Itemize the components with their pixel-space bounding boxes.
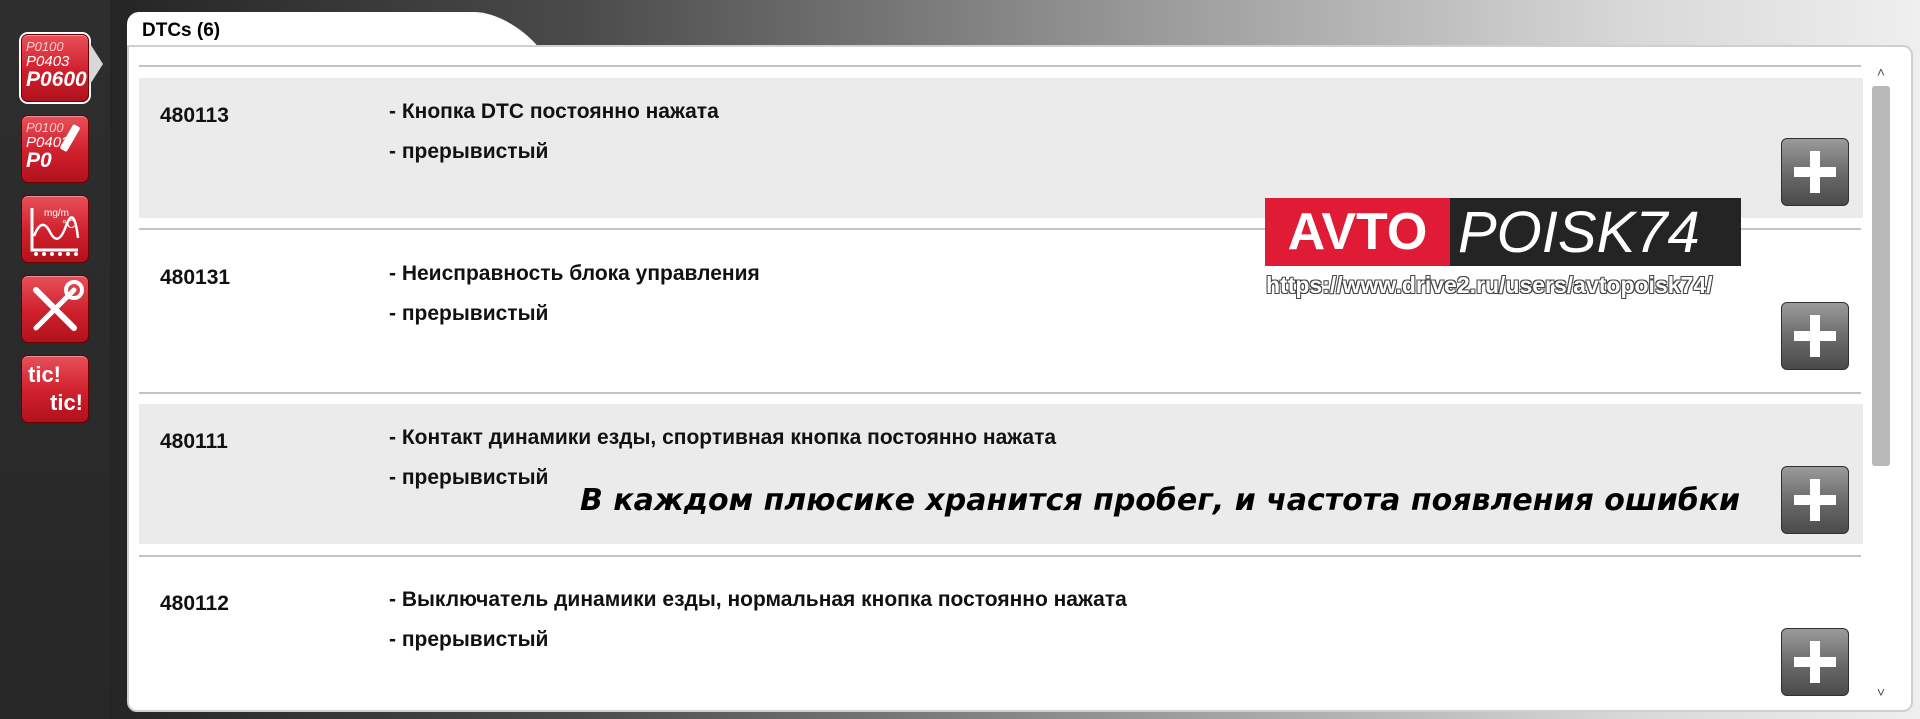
dtc-status: - прерывистый bbox=[389, 140, 549, 163]
dtc-row: 480112 - Выключатель динамики езды, норм… bbox=[139, 566, 1863, 696]
expand-plus-button[interactable] bbox=[1781, 302, 1849, 370]
tab-label: DTCs (6) bbox=[142, 20, 221, 41]
divider bbox=[139, 555, 1861, 557]
code-line: P0600 bbox=[26, 68, 87, 91]
scroll-up-icon[interactable]: ˄ bbox=[1870, 62, 1892, 82]
eraser-icon bbox=[60, 124, 80, 152]
vertical-scrollbar[interactable]: ˄ ˅ bbox=[1870, 62, 1892, 702]
dtc-list-button[interactable]: P0100 P0403 P0600 bbox=[21, 34, 89, 102]
watermark-brand-right: POISK74 bbox=[1450, 198, 1741, 266]
divider bbox=[139, 392, 1861, 394]
dtc-row: 480111 - Контакт динамики езды, спортивн… bbox=[139, 404, 1863, 544]
dtc-description: - Выключатель динамики езды, нормальная … bbox=[389, 588, 1127, 611]
dtc-code: 480112 bbox=[160, 592, 229, 615]
active-indicator bbox=[89, 42, 103, 86]
code-line: P0403 bbox=[26, 53, 70, 70]
tic-label: tic! bbox=[28, 362, 61, 387]
watermark-logo: AVTO POISK74 bbox=[1265, 198, 1741, 266]
plus-icon bbox=[1810, 479, 1820, 521]
dtc-row: 480113 - Кнопка DTC постоянно нажата - п… bbox=[139, 78, 1863, 218]
wrench-screwdriver-icon bbox=[33, 280, 84, 331]
svg-text:°C: °C bbox=[62, 217, 76, 231]
dtc-code: 480113 bbox=[160, 104, 229, 127]
expand-plus-button[interactable] bbox=[1781, 628, 1849, 696]
expand-plus-button[interactable] bbox=[1781, 138, 1849, 206]
plus-icon bbox=[1810, 151, 1820, 193]
tic-tic-button[interactable]: tic! tic! bbox=[21, 355, 89, 423]
watermark-brand-left: AVTO bbox=[1265, 198, 1450, 266]
gauge-chart-icon: mg/m °C bbox=[30, 208, 80, 256]
dtc-description: - Контакт динамики езды, спортивная кноп… bbox=[389, 426, 1057, 449]
overlay-caption: В каждом плюсике хранится пробег, и част… bbox=[580, 483, 1741, 518]
divider bbox=[139, 65, 1861, 67]
dtc-status: - прерывистый bbox=[389, 302, 549, 325]
dtc-status: - прерывистый bbox=[389, 628, 549, 651]
service-tools-button[interactable] bbox=[21, 275, 89, 343]
expand-plus-button[interactable] bbox=[1781, 466, 1849, 534]
dtc-code: 480131 bbox=[160, 266, 231, 289]
live-data-button[interactable]: mg/m °C bbox=[21, 195, 89, 263]
plus-icon bbox=[1810, 315, 1820, 357]
dtc-clear-button[interactable]: P0100 P0403 P0 bbox=[21, 115, 89, 183]
dtc-codes-icon: P0100 P0403 P0600 bbox=[26, 39, 87, 90]
scroll-down-icon[interactable]: ˅ bbox=[1870, 682, 1892, 702]
dtc-code: 480111 bbox=[160, 430, 228, 453]
left-toolbar: P0100 P0403 P0600 P0100 P0403 P0 mg/m °C bbox=[0, 0, 110, 719]
scroll-thumb[interactable] bbox=[1872, 86, 1890, 466]
dtc-description: - Неисправность блока управления bbox=[389, 262, 760, 285]
dtc-description: - Кнопка DTC постоянно нажата bbox=[389, 100, 719, 123]
watermark-url: https://www.drive2.ru/users/avtopoisk74/ bbox=[1266, 272, 1713, 298]
plus-icon bbox=[1810, 641, 1820, 683]
code-line: P0100 bbox=[26, 39, 64, 54]
dtc-status: - прерывистый bbox=[389, 466, 549, 489]
tic-label: tic! bbox=[50, 390, 83, 415]
